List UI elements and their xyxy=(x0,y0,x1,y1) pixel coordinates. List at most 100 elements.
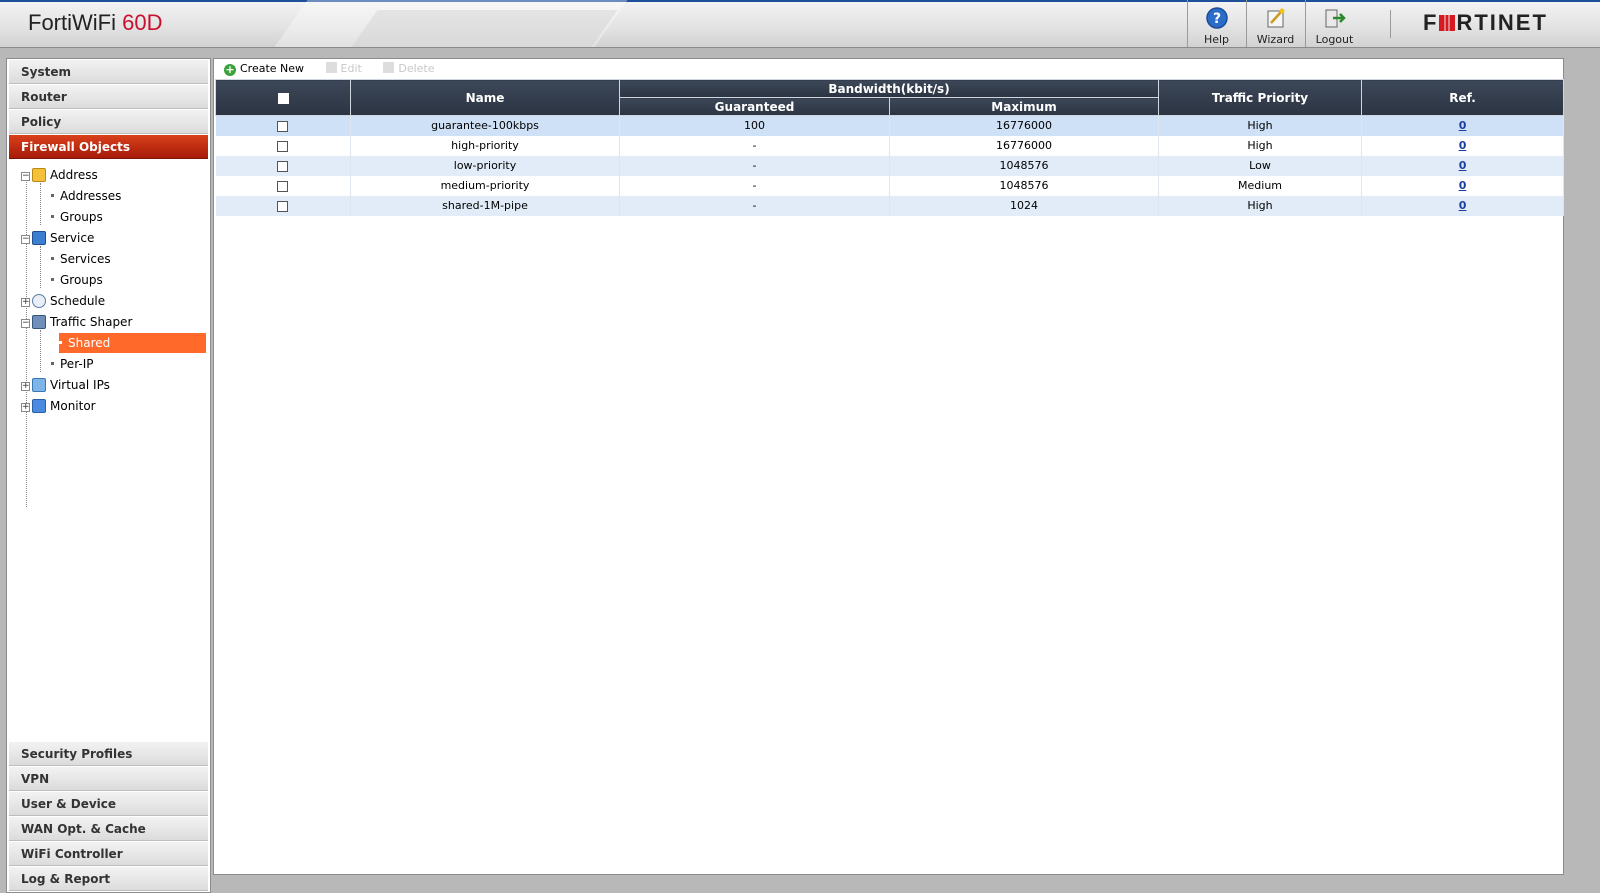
address-icon xyxy=(32,168,46,182)
table-row[interactable]: shared-1M-pipe - 1024 High 0 xyxy=(215,195,1565,216)
collapse-icon[interactable]: − xyxy=(21,172,30,181)
logout-icon xyxy=(1325,9,1346,28)
tree-label-traffic-shaper: Traffic Shaper xyxy=(50,315,133,329)
cell-priority: High xyxy=(1158,115,1363,136)
select-all-checkbox[interactable] xyxy=(277,92,289,104)
tree-item-addresses[interactable]: Addresses xyxy=(51,186,121,206)
edit-button[interactable]: Edit xyxy=(325,59,362,79)
row-select-cell xyxy=(215,155,351,176)
row-checkbox[interactable] xyxy=(277,160,289,172)
nav-section-system[interactable]: System xyxy=(9,60,208,84)
cell-ref: 0 xyxy=(1361,195,1565,216)
expand-icon[interactable]: + xyxy=(21,382,30,391)
ref-link[interactable]: 0 xyxy=(1459,199,1467,212)
tree-item-services[interactable]: Services xyxy=(51,249,111,269)
brand-mark-icon xyxy=(1439,15,1456,31)
nav-section-wifi-controller[interactable]: WiFi Controller xyxy=(9,842,208,866)
ref-link[interactable]: 0 xyxy=(1459,159,1467,172)
tree-item-shared[interactable]: Shared xyxy=(59,333,206,353)
sidebar: System Router Policy Firewall Objects − A… xyxy=(6,58,211,893)
cell-name: low-priority xyxy=(350,155,620,176)
wizard-button[interactable]: Wizard xyxy=(1246,0,1304,47)
nav-section-vpn[interactable]: VPN xyxy=(9,767,208,791)
tree-label-address-groups: Groups xyxy=(60,210,103,224)
table-row[interactable]: guarantee-100kbps 100 16776000 High 0 xyxy=(215,115,1565,136)
row-checkbox[interactable] xyxy=(277,200,289,212)
product-name: FortiWiFi xyxy=(28,10,116,35)
tree-item-monitor[interactable]: + Monitor xyxy=(21,396,96,416)
cell-maximum: 1048576 xyxy=(889,155,1160,176)
cell-maximum: 16776000 xyxy=(889,135,1160,156)
logout-label: Logout xyxy=(1315,33,1354,46)
monitor-icon xyxy=(32,399,46,413)
help-label: Help xyxy=(1203,33,1230,46)
cell-guaranteed: 100 xyxy=(619,115,890,136)
edit-label: Edit xyxy=(340,62,362,75)
row-select-cell xyxy=(215,195,351,216)
cell-name: guarantee-100kbps xyxy=(350,115,620,136)
tree-item-schedule[interactable]: + Schedule xyxy=(21,291,105,311)
help-icon: ? xyxy=(1205,7,1228,29)
col-header-name[interactable]: Name xyxy=(350,79,620,116)
bullet-icon xyxy=(51,278,54,281)
nav-section-user-device[interactable]: User & Device xyxy=(9,792,208,816)
svg-text:?: ? xyxy=(1212,11,1220,27)
expand-icon[interactable]: + xyxy=(21,403,30,412)
tree-label-shared: Shared xyxy=(68,336,111,350)
cell-priority: High xyxy=(1158,135,1363,156)
tree-item-address-groups[interactable]: Groups xyxy=(51,207,103,227)
cell-priority: High xyxy=(1158,195,1363,216)
trash-icon xyxy=(383,62,395,73)
nav-section-router[interactable]: Router xyxy=(9,85,208,109)
tree-item-service-groups[interactable]: Groups xyxy=(51,270,103,290)
collapse-icon[interactable]: − xyxy=(21,319,30,328)
help-button[interactable]: ? Help xyxy=(1187,0,1245,47)
tree-item-service[interactable]: − Service xyxy=(21,228,94,248)
tree-item-per-ip[interactable]: Per-IP xyxy=(51,354,93,374)
table-row[interactable]: high-priority - 16776000 High 0 xyxy=(215,135,1565,156)
col-header-priority[interactable]: Traffic Priority xyxy=(1158,79,1363,116)
nav-section-security-profiles[interactable]: Security Profiles xyxy=(9,742,208,766)
tree-item-traffic-shaper[interactable]: − Traffic Shaper xyxy=(21,312,132,332)
row-checkbox[interactable] xyxy=(277,120,289,132)
collapse-icon[interactable]: − xyxy=(21,235,30,244)
cell-priority: Medium xyxy=(1158,175,1363,196)
ref-link[interactable]: 0 xyxy=(1459,139,1467,152)
schedule-icon xyxy=(32,294,46,308)
row-checkbox[interactable] xyxy=(277,140,289,152)
table-row[interactable]: low-priority - 1048576 Low 0 xyxy=(215,155,1565,176)
top-header: FortiWiFi 60D ? Help Wizard Logout F RTIN… xyxy=(0,0,1600,48)
cell-guaranteed: - xyxy=(619,135,890,156)
ref-link[interactable]: 0 xyxy=(1459,179,1467,192)
bullet-icon xyxy=(51,362,54,365)
edit-icon xyxy=(325,62,337,73)
cell-guaranteed: - xyxy=(619,195,890,216)
col-header-ref[interactable]: Ref. xyxy=(1361,79,1565,116)
expand-icon[interactable]: + xyxy=(21,298,30,307)
tree-item-virtual-ips[interactable]: + Virtual IPs xyxy=(21,375,110,395)
cell-ref: 0 xyxy=(1361,135,1565,156)
col-header-guaranteed[interactable]: Guaranteed xyxy=(619,97,890,116)
logout-button[interactable]: Logout xyxy=(1305,0,1363,47)
nav-section-policy[interactable]: Policy xyxy=(9,110,208,134)
virtual-ips-icon xyxy=(32,378,46,392)
tree-label-virtual-ips: Virtual IPs xyxy=(50,378,110,392)
nav-section-wan-opt-cache[interactable]: WAN Opt. & Cache xyxy=(9,817,208,841)
cell-name: medium-priority xyxy=(350,175,620,196)
row-checkbox[interactable] xyxy=(277,180,289,192)
bullet-icon xyxy=(51,215,54,218)
table-row[interactable]: medium-priority - 1048576 Medium 0 xyxy=(215,175,1565,196)
ref-link[interactable]: 0 xyxy=(1459,119,1467,132)
content-panel: + Create New Edit Delete Name Bandwidth(k… xyxy=(213,58,1565,875)
tree-line-shaper xyxy=(40,330,41,372)
col-header-maximum[interactable]: Maximum xyxy=(888,97,1160,116)
create-new-button[interactable]: + Create New xyxy=(224,59,304,79)
tree-line-service xyxy=(40,246,41,288)
tree-item-address[interactable]: − Address xyxy=(21,165,98,185)
shaper-table: Name Bandwidth(kbit/s) Traffic Priority … xyxy=(215,79,1565,216)
nav-section-log-report[interactable]: Log & Report xyxy=(9,867,208,891)
delete-button[interactable]: Delete xyxy=(383,59,435,79)
product-title: FortiWiFi 60D xyxy=(28,10,162,36)
tree-label-service: Service xyxy=(50,231,95,245)
nav-section-firewall-objects[interactable]: Firewall Objects xyxy=(9,135,208,159)
